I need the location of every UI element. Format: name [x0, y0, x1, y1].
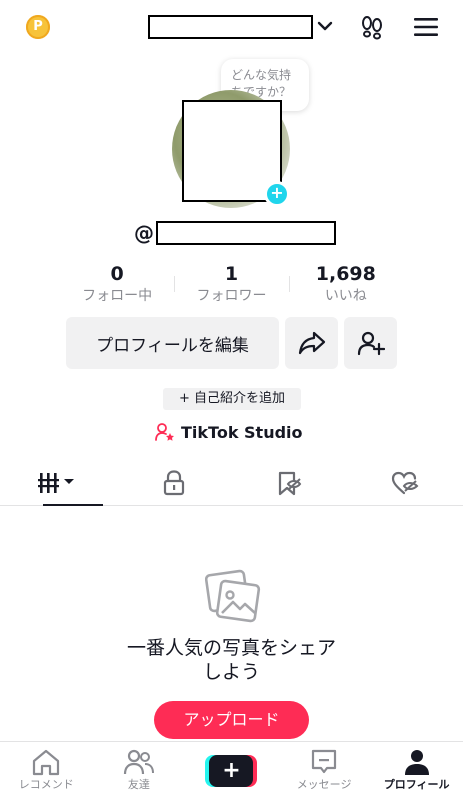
- username-redacted-box[interactable]: [148, 15, 313, 39]
- plus-icon: +: [209, 755, 254, 787]
- studio-user-star-icon: [155, 423, 174, 441]
- profile-actions: プロフィールを編集: [66, 317, 397, 369]
- lock-icon: [163, 469, 184, 495]
- home-icon: [33, 749, 60, 776]
- share-arrow-icon: [298, 331, 325, 355]
- stat-following[interactable]: 0 フォロー中: [60, 262, 174, 308]
- photos-icon: [205, 569, 261, 623]
- stat-label: フォロー中: [82, 288, 153, 304]
- coin-glyph: P: [33, 19, 43, 34]
- nav-recommend[interactable]: レコメンド: [0, 742, 93, 800]
- stat-label: いいね: [324, 288, 367, 304]
- friends-icon: [123, 749, 154, 775]
- at-sign: @: [134, 221, 154, 245]
- grid-dropdown-icon: [37, 472, 74, 493]
- empty-state-title: 一番人気の写真をシェア しよう: [0, 636, 463, 684]
- nav-create[interactable]: +: [185, 742, 278, 800]
- message-icon: [311, 749, 337, 774]
- footprint-icon[interactable]: [359, 14, 385, 40]
- bookmark-hidden-icon: [279, 471, 302, 495]
- empty-title-line: 一番人気の写真をシェア: [126, 637, 336, 659]
- nav-label: プロフィール: [383, 778, 450, 791]
- tab-reposts[interactable]: [232, 460, 348, 505]
- stat-likes[interactable]: 1,698 いいね: [289, 262, 403, 308]
- nav-label: レコメンド: [18, 778, 74, 791]
- bottom-navigation: レコメンド 友達 + メッセージ プロフィール: [0, 741, 463, 800]
- coin-icon[interactable]: P: [26, 15, 50, 39]
- share-profile-button[interactable]: [285, 317, 338, 369]
- top-bar: P: [0, 0, 463, 56]
- stat-divider: [289, 276, 290, 292]
- add-avatar-plus-icon[interactable]: +: [264, 181, 290, 207]
- nav-messages[interactable]: メッセージ: [278, 742, 371, 800]
- stat-divider: [174, 276, 175, 292]
- studio-label: TikTok Studio: [181, 422, 303, 442]
- add-friend-button[interactable]: [344, 317, 397, 369]
- stat-value: 1,698: [315, 263, 376, 285]
- stat-label: フォロワー: [196, 288, 267, 304]
- tab-liked[interactable]: [347, 460, 463, 505]
- heart-hidden-icon: [392, 471, 419, 494]
- stat-followers[interactable]: 1 フォロワー: [174, 262, 288, 308]
- empty-title-line: しよう: [202, 661, 260, 683]
- hamburger-icon[interactable]: [414, 17, 438, 37]
- chevron-down-icon[interactable]: [316, 17, 334, 35]
- stat-value: 1: [224, 263, 239, 285]
- add-user-icon: [357, 331, 385, 356]
- tiktok-studio-link[interactable]: TikTok Studio: [155, 420, 303, 444]
- stat-value: 0: [110, 263, 124, 285]
- tab-videos[interactable]: [0, 460, 116, 506]
- tab-private[interactable]: [116, 460, 232, 505]
- create-plus-button[interactable]: +: [205, 755, 258, 787]
- nav-profile[interactable]: プロフィール: [370, 742, 463, 800]
- content-tabs: [0, 460, 463, 506]
- add-bio-button[interactable]: + 自己紹介を追加: [163, 388, 301, 410]
- edit-profile-button[interactable]: プロフィールを編集: [66, 317, 279, 369]
- handle: @: [134, 220, 336, 246]
- handle-redacted-box: [156, 221, 336, 245]
- upload-button[interactable]: アップロード: [154, 701, 309, 739]
- profile-person-icon: [404, 750, 429, 775]
- nav-label: 友達: [127, 778, 150, 791]
- profile-stats: 0 フォロー中 1 フォロワー 1,698 いいね: [60, 262, 403, 308]
- nav-friends[interactable]: 友達: [93, 742, 186, 800]
- nav-label: メッセージ: [296, 778, 352, 791]
